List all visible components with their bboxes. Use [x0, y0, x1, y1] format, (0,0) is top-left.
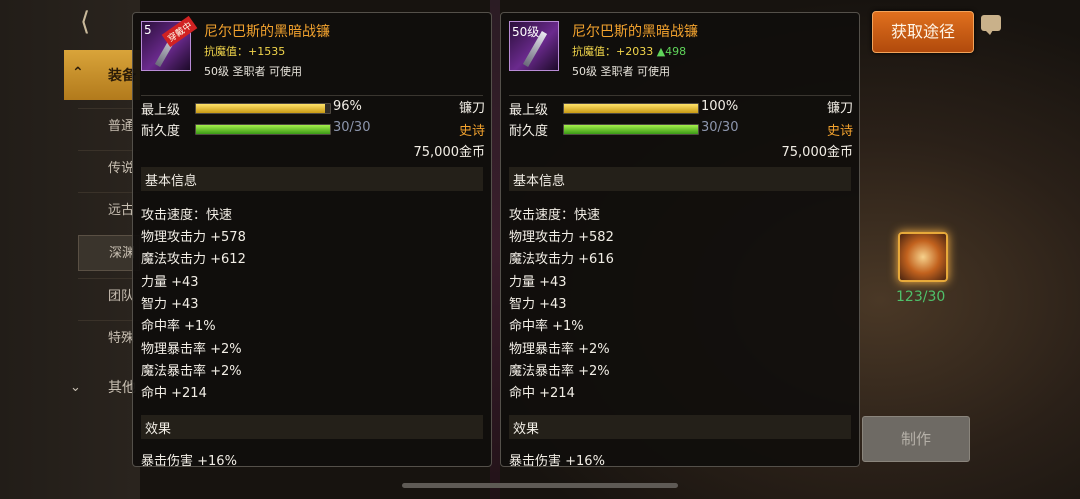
sidebar-item-team[interactable]: 团队 — [78, 278, 140, 314]
craft-button[interactable]: 制作 — [862, 416, 970, 462]
sell-price: 75,000金币 — [781, 145, 854, 160]
weapon-type: 镰刀 — [826, 101, 853, 116]
durability-value: 30/30 — [333, 120, 371, 135]
section-basic-info: 基本信息 — [141, 167, 483, 191]
stat-line: 力量 +43 — [509, 275, 567, 290]
grade-percent: 96% — [333, 99, 362, 114]
stat-line: 命中率 +1% — [141, 319, 216, 334]
durability-label: 耐久度 — [509, 124, 549, 139]
stat-line: 物理暴击率 +2% — [141, 342, 242, 357]
section-basic-info: 基本信息 — [509, 167, 851, 191]
durability-bar — [195, 124, 331, 135]
resist-increase: ▲498 — [656, 45, 687, 58]
divider — [509, 95, 851, 96]
stat-line: 魔法攻击力 +612 — [141, 252, 246, 267]
grade-label: 最上级 — [141, 103, 181, 118]
item-level-tag: 50级 — [512, 25, 540, 39]
stat-line: 物理攻击力 +578 — [141, 230, 246, 245]
material-icon[interactable] — [898, 232, 948, 282]
effect-line: 暴击伤害 +16% — [141, 454, 237, 467]
grade-label: 最上级 — [509, 103, 549, 118]
stat-line: 攻击速度：快速 — [141, 208, 233, 223]
back-arrow-icon[interactable]: ⟨ — [80, 8, 110, 36]
durability-value: 30/30 — [701, 120, 739, 135]
sidebar-item-legend[interactable]: 传说 — [78, 150, 140, 186]
stat-line: 智力 +43 — [141, 297, 199, 312]
category-equipment[interactable]: ⌃ 装备 — [64, 50, 140, 100]
chat-icon[interactable] — [981, 15, 1001, 35]
grade-bar — [195, 103, 331, 114]
stat-line: 魔法暴击率 +2% — [509, 364, 610, 379]
sidebar-item-normal[interactable]: 普通 — [78, 108, 140, 144]
material-count: 123/30 — [896, 289, 946, 305]
item-requirement: 50级 圣职者 可使用 — [204, 65, 302, 78]
category-sidebar: ⟨ ⌃ 装备 普通 传说 远古 深渊 团队 特殊 ⌄ 其他 — [0, 0, 140, 499]
scythe-icon: 5 穿戴中 — [141, 15, 198, 71]
chevron-down-icon: ⌄ — [70, 380, 81, 395]
equipped-item-tooltip: 5 穿戴中 尼尔巴斯的黑暗战镰 抗魔值：+1535 50级 圣职者 可使用 最上… — [132, 12, 492, 467]
sidebar-item-ancient[interactable]: 远古 — [78, 192, 140, 228]
equipped-badge: 穿戴中 — [161, 15, 198, 48]
chevron-up-icon: ⌃ — [72, 65, 84, 81]
stat-line: 力量 +43 — [141, 275, 199, 290]
section-effect: 效果 — [509, 415, 851, 439]
weapon-type: 镰刀 — [458, 101, 485, 116]
section-effect: 效果 — [141, 415, 483, 439]
sell-price: 75,000金币 — [413, 145, 486, 160]
magic-resist: 抗魔值：+1535 — [204, 45, 286, 58]
stat-line: 智力 +43 — [509, 297, 567, 312]
item-name: 尼尔巴斯的黑暗战镰 — [204, 24, 330, 40]
stat-line: 魔法暴击率 +2% — [141, 364, 242, 379]
scythe-icon: 50级 — [509, 21, 559, 71]
sidebar-item-special[interactable]: 特殊 — [78, 320, 140, 356]
item-name: 尼尔巴斯的黑暗战镰 — [572, 24, 698, 40]
item-requirement: 50级 圣职者 可使用 — [572, 65, 670, 78]
stat-line: 命中 +214 — [509, 386, 575, 401]
stat-line: 命中 +214 — [141, 386, 207, 401]
durability-label: 耐久度 — [141, 124, 181, 139]
stat-line: 攻击速度：快速 — [509, 208, 601, 223]
stat-line: 魔法攻击力 +616 — [509, 252, 614, 267]
rarity: 史诗 — [458, 124, 485, 139]
magic-resist: 抗魔值：+2033 ▲498 — [572, 45, 687, 58]
stat-line: 命中率 +1% — [509, 319, 584, 334]
item-level-tag: 5 — [144, 23, 152, 37]
home-indicator[interactable] — [402, 483, 678, 488]
rarity: 史诗 — [826, 124, 853, 139]
category-other[interactable]: ⌄ 其他 — [64, 370, 140, 406]
sidebar-item-abyss[interactable]: 深渊 — [78, 235, 140, 271]
acquire-source-button[interactable]: 获取途径 — [872, 11, 974, 53]
divider — [141, 95, 483, 96]
effect-line: 暴击伤害 +16% — [509, 454, 605, 467]
stat-line: 物理暴击率 +2% — [509, 342, 610, 357]
grade-bar — [563, 103, 699, 114]
durability-bar — [563, 124, 699, 135]
stat-line: 物理攻击力 +582 — [509, 230, 614, 245]
grade-percent: 100% — [701, 99, 739, 114]
compare-item-tooltip: 50级 尼尔巴斯的黑暗战镰 抗魔值：+2033 ▲498 50级 圣职者 可使用… — [500, 12, 860, 467]
